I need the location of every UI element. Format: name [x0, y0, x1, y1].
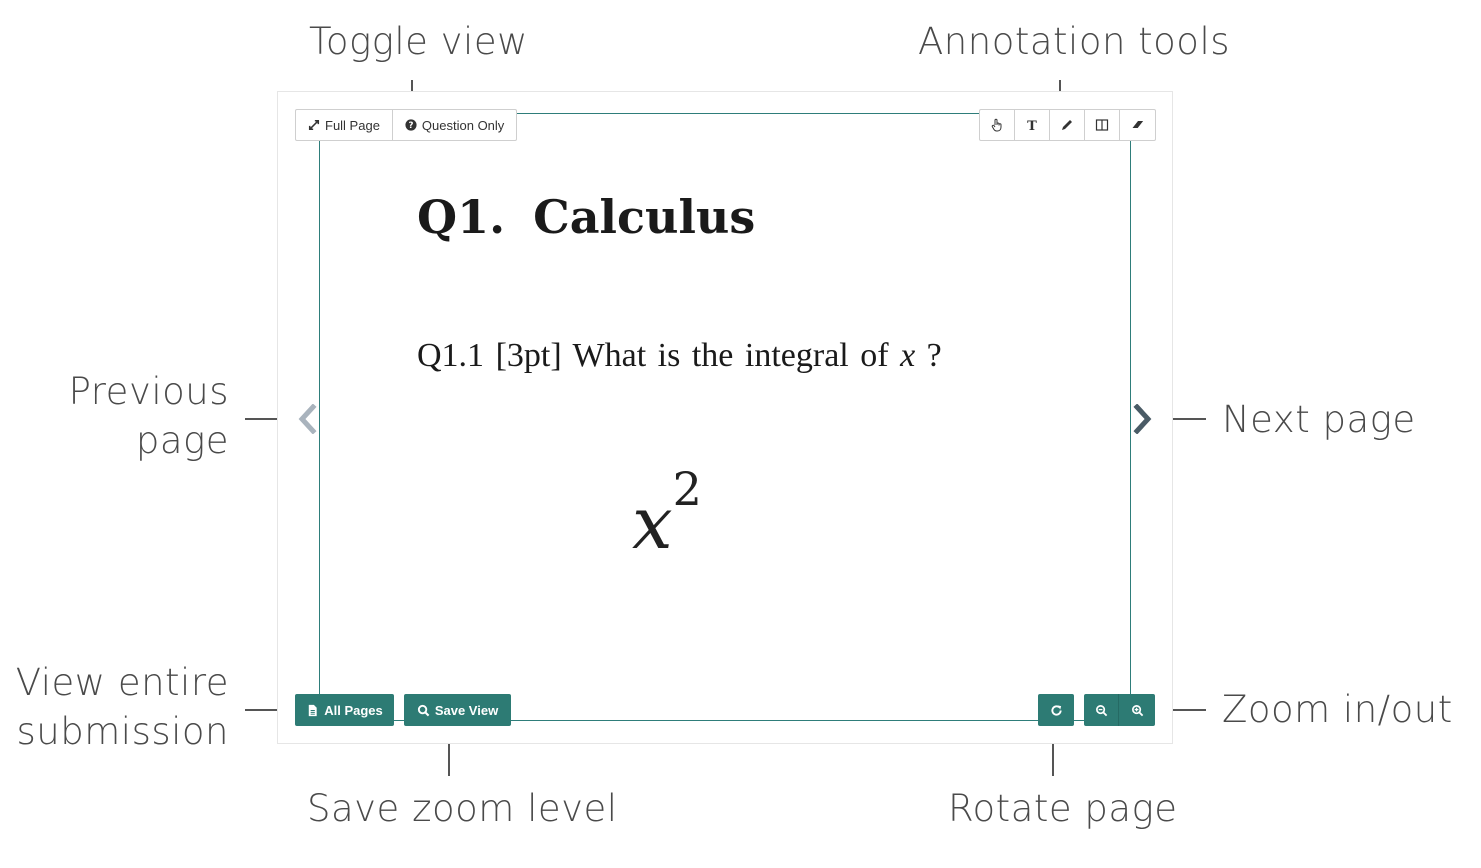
eraser-tool[interactable] [1120, 110, 1155, 140]
expand-icon [308, 119, 320, 131]
annotation-rotate-page: Rotate page [948, 787, 1178, 830]
question-circle-icon: ? [405, 119, 417, 131]
next-page-chevron-icon[interactable] [1133, 404, 1153, 434]
file-icon [309, 704, 317, 716]
split-view-tool[interactable] [1085, 110, 1120, 140]
full-page-button[interactable]: Full Page [296, 110, 393, 140]
svg-text:?: ? [408, 121, 413, 131]
full-page-label: Full Page [325, 117, 380, 133]
text-tool[interactable]: T [1015, 110, 1050, 140]
answer-exponent: 2 [672, 462, 702, 516]
hand-pointer-icon [991, 118, 1002, 132]
question-mark: ? [926, 337, 942, 374]
annotation-previous-page-line2: page [135, 419, 229, 462]
question-title: Q1. Calculus [417, 190, 755, 244]
zoom-in-icon [1131, 704, 1143, 716]
toggle-view-group: Full Page ? Question Only [295, 109, 518, 141]
annotation-next-page: Next page [1222, 398, 1416, 441]
question-points: [3pt] [495, 337, 562, 374]
annotation-tools-group: T [979, 109, 1156, 141]
svg-text:T: T [1027, 119, 1037, 132]
question-text: Q1.1 [3pt] What is the integral of x ? [417, 337, 942, 375]
annotation-previous-page-line1: Previous [68, 370, 229, 413]
annotation-annotation-tools: Annotation tools [918, 20, 1231, 63]
question-title-subject: Calculus [533, 190, 756, 244]
annotation-view-entire-line2: submission [16, 710, 229, 753]
annotation-zoom-in-out: Zoom in/out [1222, 688, 1453, 731]
zoom-in-button[interactable] [1119, 694, 1155, 726]
zoom-out-icon [1095, 704, 1107, 716]
split-view-icon [1095, 119, 1109, 131]
annotation-save-zoom-level: Save zoom level [307, 787, 618, 830]
question-variable: x [900, 337, 916, 374]
question-prompt: What is the integral of [572, 337, 889, 374]
rotate-icon [1050, 704, 1062, 716]
handwritten-answer: x2 [632, 462, 702, 565]
pencil-tool[interactable] [1050, 110, 1085, 140]
zoom-out-button[interactable] [1084, 694, 1119, 726]
save-view-button[interactable]: Save View [404, 694, 511, 726]
eraser-icon [1132, 120, 1144, 129]
text-tool-icon: T [1027, 119, 1037, 132]
question-only-button[interactable]: ? Question Only [393, 110, 516, 140]
pencil-icon [1062, 120, 1072, 130]
answer-base: x [632, 481, 673, 565]
all-pages-label: All Pages [324, 702, 383, 718]
previous-page-chevron-icon[interactable] [297, 404, 317, 434]
hand-pointer-tool[interactable] [980, 110, 1015, 140]
all-pages-button[interactable]: All Pages [295, 694, 394, 726]
save-view-label: Save View [434, 702, 499, 718]
question-title-number: Q1. [417, 190, 506, 244]
annotation-toggle-view: Toggle view [309, 20, 528, 63]
search-icon [417, 704, 430, 716]
question-number: Q1.1 [417, 337, 485, 374]
annotation-view-entire-line1: View entire [15, 661, 229, 704]
rotate-page-button[interactable] [1038, 694, 1074, 726]
question-only-label: Question Only [421, 117, 505, 133]
